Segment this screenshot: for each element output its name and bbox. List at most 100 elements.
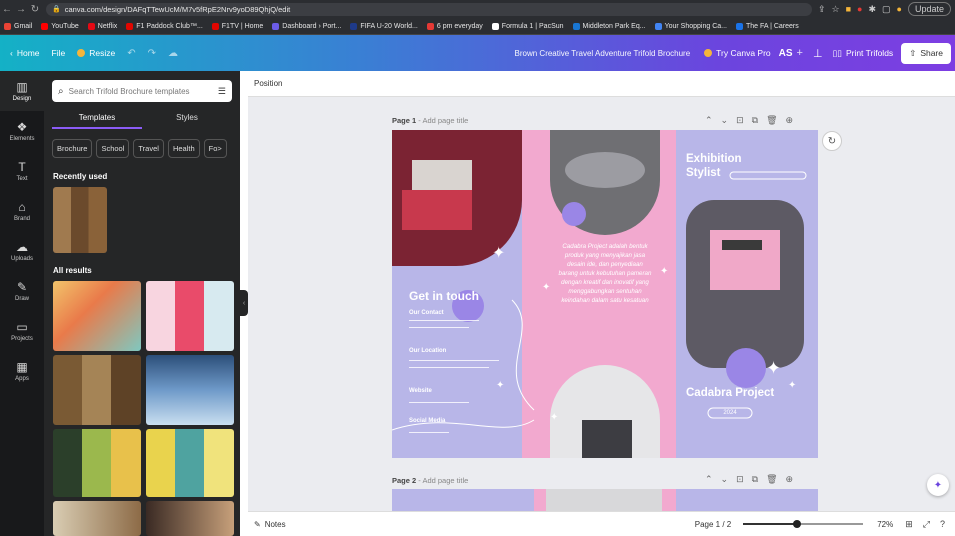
share-button[interactable]: ⇧ Share — [901, 42, 951, 64]
brochure-page-2[interactable] — [392, 489, 818, 511]
cloud-save-icon[interactable]: ☁ — [168, 48, 178, 59]
category-chip[interactable]: Health — [167, 139, 200, 158]
window-icon[interactable]: ▢ — [882, 4, 891, 15]
puzzle-icon[interactable]: ✱ — [868, 4, 876, 15]
add-page-icon[interactable]: ⊕ — [786, 115, 794, 126]
add-page-icon[interactable]: ⊕ — [786, 474, 794, 485]
bookmark-star-icon[interactable]: ☆ — [832, 4, 840, 15]
page-1-title[interactable]: Page 1 - Add page title — [392, 116, 468, 125]
back-icon[interactable]: ← — [0, 4, 14, 15]
undo-icon[interactable]: ↶ — [127, 48, 135, 59]
refresh-icon[interactable]: ↻ — [822, 131, 842, 151]
bookmark-item[interactable]: Netflix — [87, 22, 117, 30]
lock-icon[interactable]: ⊡ — [736, 474, 744, 485]
filter-icon[interactable]: ☰ — [218, 86, 226, 97]
template-thumbnail[interactable] — [53, 429, 141, 497]
trash-icon[interactable]: 🗑 — [766, 474, 777, 485]
category-chip[interactable]: Travel — [133, 139, 164, 158]
rail-item-brand[interactable]: ⌂ Brand — [0, 191, 44, 231]
extension-icon[interactable]: ■ — [846, 4, 851, 14]
zoom-slider[interactable] — [743, 520, 864, 528]
add-collaborator-icon[interactable]: + — [797, 47, 803, 59]
rail-item-projects[interactable]: ▭ Projects — [0, 311, 44, 351]
print-button[interactable]: ▯▯ Print Trifolds — [833, 48, 894, 59]
chevron-up-icon[interactable]: ⌃ — [705, 474, 713, 485]
tab-styles[interactable]: Styles — [142, 111, 232, 129]
rail-item-label: Elements — [9, 136, 35, 142]
zoom-level[interactable]: 72% — [877, 520, 893, 529]
template-thumbnail[interactable] — [146, 355, 234, 425]
category-chip[interactable]: Brochure — [52, 139, 93, 158]
rail-item-elements[interactable]: ❖ Elements — [0, 111, 44, 151]
file-menu[interactable]: File — [52, 48, 66, 58]
reload-icon[interactable]: ↻ — [28, 4, 42, 15]
help-icon[interactable]: ? — [940, 519, 945, 529]
profile-avatar[interactable]: ● — [897, 4, 902, 14]
grid-view-icon[interactable]: ⊞ — [905, 519, 913, 530]
social-details — [409, 432, 449, 433]
user-avatar[interactable]: AS — [779, 48, 793, 59]
bookmark-item[interactable]: 6 pm everyday — [426, 22, 483, 30]
bookmark-item[interactable]: Dashboard › Port... — [272, 22, 341, 30]
template-thumbnail[interactable] — [53, 355, 141, 425]
bookmark-item[interactable]: F1TV | Home — [211, 22, 263, 30]
bookmark-favicon-icon — [4, 22, 11, 30]
bookmark-item[interactable]: FIFA U-20 World... — [350, 22, 418, 30]
rail-item-draw[interactable]: ✎ Draw — [0, 271, 44, 311]
trash-icon[interactable]: 🗑 — [766, 115, 777, 126]
chevron-up-icon[interactable]: ⌃ — [705, 115, 713, 126]
rail-item-text[interactable]: T Text — [0, 151, 44, 191]
template-thumbnail[interactable] — [146, 281, 234, 351]
extension-icon[interactable]: ● — [857, 4, 862, 14]
rail-item-uploads[interactable]: ☁ Uploads — [0, 231, 44, 271]
bookmark-item[interactable]: Your Shopping Ca... — [654, 22, 727, 30]
duplicate-icon[interactable]: ⧉ — [752, 115, 758, 126]
editor-header: ‹ Home File Resize ↶ ↷ ☁ Brown Creative T… — [0, 35, 955, 71]
bookmark-favicon-icon — [350, 22, 358, 30]
rail-item-apps[interactable]: ▦ Apps — [0, 351, 44, 391]
insights-icon[interactable]: ⊥ — [813, 47, 823, 60]
recent-template-thumbnail[interactable] — [53, 187, 107, 253]
browser-toolbar: ← → ↻ 🔒 canva.com/design/DAFqTTewUcM/M7v… — [0, 0, 955, 18]
template-thumbnail[interactable] — [146, 429, 234, 497]
collapse-panel-handle[interactable]: ‹ — [240, 290, 248, 316]
template-thumbnail[interactable] — [53, 501, 141, 536]
page-2-title[interactable]: Page 2 - Add page title — [392, 476, 468, 485]
zoom-slider-knob[interactable] — [793, 520, 802, 528]
resize-button[interactable]: Resize — [77, 48, 115, 58]
bookmark-item[interactable]: F1 Paddock Club™... — [126, 22, 203, 30]
category-chip[interactable]: Fo> — [203, 139, 227, 158]
duplicate-icon[interactable]: ⧉ — [752, 474, 758, 485]
fullscreen-icon[interactable]: ⤢ — [923, 519, 930, 530]
position-button[interactable]: Position — [254, 79, 282, 88]
brochure-page-1[interactable]: ✦ ✦ ✦ ✦ ✦ ✦ ✦ Get in touch Our Contact O… — [392, 130, 818, 458]
home-button[interactable]: ‹ Home — [10, 48, 40, 58]
address-bar[interactable]: 🔒 canva.com/design/DAFqTTewUcM/M7v5fRpE2… — [46, 2, 812, 16]
chevron-down-icon[interactable]: ⌄ — [721, 115, 729, 126]
chevron-left-icon: ‹ — [10, 48, 13, 58]
redo-icon[interactable]: ↷ — [148, 48, 156, 59]
booth-wall — [412, 160, 472, 190]
chevron-down-icon[interactable]: ⌄ — [721, 474, 729, 485]
page-counter[interactable]: Page 1 / 2 — [695, 520, 731, 529]
rail-item-label: Draw — [14, 296, 29, 302]
magic-assistant-icon[interactable]: ✦ — [927, 474, 949, 496]
update-button[interactable]: Update — [907, 2, 951, 16]
rail-item-design[interactable]: ▥ Design — [0, 71, 44, 111]
notes-button[interactable]: ✎ Notes — [254, 520, 286, 529]
template-thumbnail[interactable] — [53, 281, 141, 351]
bookmark-item[interactable]: Middleton Park Eq... — [572, 22, 646, 30]
bookmark-item[interactable]: Gmail — [4, 22, 32, 30]
try-pro-button[interactable]: Try Canva Pro — [704, 48, 771, 58]
category-chip[interactable]: School — [96, 139, 130, 158]
document-title[interactable]: Brown Creative Travel Adventure Trifold … — [515, 49, 691, 58]
tab-templates[interactable]: Templates — [52, 111, 142, 129]
bookmark-item[interactable]: The FA | Careers — [735, 22, 799, 30]
template-search[interactable]: ⌕ Search Trifold Brochure templates ☰ — [52, 80, 232, 102]
template-thumbnail[interactable] — [146, 501, 234, 536]
lock-icon[interactable]: ⊡ — [736, 115, 744, 126]
share-page-icon[interactable]: ⇪ — [818, 4, 826, 15]
bookmark-item[interactable]: YouTube — [41, 22, 79, 30]
bookmark-item[interactable]: Formula 1 | PacSun — [491, 22, 564, 30]
forward-icon[interactable]: → — [14, 4, 28, 15]
